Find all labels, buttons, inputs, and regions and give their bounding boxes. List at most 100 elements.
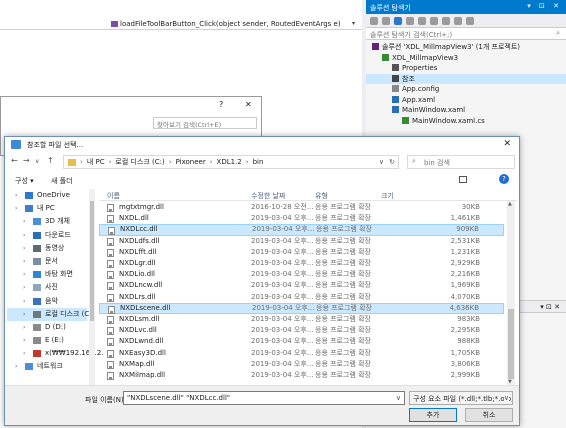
chevron-down-icon[interactable]: ∨ xyxy=(379,158,384,166)
chevron-down-icon[interactable]: ∨ xyxy=(503,394,509,402)
expand-icon[interactable]: › xyxy=(23,308,25,321)
file-list-scrollbar[interactable]: ▲ ▼ xyxy=(507,201,515,385)
recent-locations-icon[interactable]: ∨ xyxy=(35,158,39,165)
breadcrumb-item[interactable]: 내 PC xyxy=(87,157,105,167)
expand-icon[interactable]: › xyxy=(15,202,17,215)
chevron-right-icon[interactable]: › xyxy=(109,158,112,166)
solution-explorer-search[interactable]: 솔루션 탐색기 검색(Ctrl+;) ⌕ xyxy=(366,28,566,40)
chevron-right-icon[interactable]: › xyxy=(210,158,213,166)
forward-arrow-icon[interactable]: → xyxy=(23,156,30,165)
nav-item[interactable]: › E (E:) xyxy=(7,334,87,347)
nav-item[interactable]: › 로컬 디스크 (C:) xyxy=(7,307,94,321)
panel-pin-buttons[interactable]: ▾ ⊡ ✕ xyxy=(540,303,560,311)
collapse-all-icon[interactable] xyxy=(430,16,438,25)
tree-node[interactable]: MainWindow.xaml.cs xyxy=(366,116,566,127)
nav-item[interactable]: › 동영상 xyxy=(7,242,87,255)
tree-node[interactable]: 참조 xyxy=(366,73,566,84)
sync-icon[interactable] xyxy=(406,16,414,25)
tree-node[interactable]: MainWindow.xaml xyxy=(366,105,566,116)
scrollbar-thumb[interactable] xyxy=(90,201,94,321)
file-row[interactable]: NXDLgr.dll 2019-03-04 오후... 응용 프로그램 확장 2,92… xyxy=(99,258,504,269)
filetype-select[interactable]: 구성 요소 파일 (*.dll;*.tlb;*.olb; ∨ xyxy=(409,391,513,405)
chevron-right-icon[interactable]: › xyxy=(246,158,249,166)
file-row[interactable]: mgtxtmgr.dll 2016-10-28 오전... 응용 프로그램 확장 30… xyxy=(99,202,504,213)
nav-item[interactable]: › 내 PC xyxy=(7,202,87,215)
chevron-right-icon[interactable]: › xyxy=(80,158,83,166)
home-icon[interactable] xyxy=(394,16,402,25)
properties-wrench-icon[interactable] xyxy=(454,16,462,25)
view-options-button[interactable] xyxy=(457,174,477,186)
forward-icon[interactable] xyxy=(382,16,390,25)
show-all-files-icon[interactable] xyxy=(442,16,450,25)
panel-window-buttons[interactable]: ▾ ⊡ ✕ xyxy=(527,2,562,10)
file-row[interactable]: NXMilmap.dll 2019-03-04 오후... 응용 프로그램 확장 2,… xyxy=(99,370,504,381)
nav-item[interactable]: › 문서 xyxy=(7,255,87,268)
chevron-right-icon[interactable]: › xyxy=(169,158,172,166)
back-arrow-icon[interactable]: ← xyxy=(11,156,18,165)
file-row[interactable]: NXDLdfs.dll 2019-03-04 오후... 응용 프로그램 확장 2,5… xyxy=(99,236,504,247)
refresh-icon[interactable] xyxy=(418,16,426,25)
tree-node[interactable]: App.xaml xyxy=(366,95,566,106)
nav-item[interactable]: › 3D 개체 xyxy=(7,215,87,228)
tree-node[interactable]: App.config xyxy=(366,84,566,95)
organize-button[interactable]: 구성 ▾ xyxy=(15,176,34,186)
refresh-icon[interactable]: ↻ xyxy=(389,158,395,166)
search-input[interactable]: ⌕ bin 검색 xyxy=(407,155,515,169)
browse-search-input[interactable]: 찾아보기 검색(Ctrl+E) xyxy=(153,117,257,129)
breadcrumb-item[interactable]: 로컬 디스크 (C:) xyxy=(115,157,164,167)
expand-icon[interactable]: › xyxy=(23,281,25,294)
method-dropdown[interactable]: loadFileToolBarButton_Click(object sende… xyxy=(120,20,341,28)
nav-item[interactable]: › x(₩₩192.168.2. xyxy=(7,347,104,360)
tree-node[interactable]: Properties xyxy=(366,63,566,74)
file-row[interactable]: NXDLcc.dll 2019-03-04 오후... 응용 프로그램 확장 909K… xyxy=(99,224,504,236)
expand-icon[interactable]: › xyxy=(23,215,25,228)
nav-item[interactable]: › 음악 xyxy=(7,295,87,308)
chevron-down-icon[interactable]: ∨ xyxy=(396,394,401,402)
file-row[interactable]: NXDLrs.dll 2019-03-04 오후... 응용 프로그램 확장 4,07… xyxy=(99,292,504,303)
cancel-button[interactable]: 취소 xyxy=(465,408,513,422)
expand-icon[interactable]: › xyxy=(23,229,25,242)
file-row[interactable]: NXEasy3D.dll 2019-03-04 오후... 응용 프로그램 확장 1,… xyxy=(99,348,504,359)
up-arrow-icon[interactable]: ↑ xyxy=(47,156,54,165)
breadcrumb-item[interactable]: Pixoneer xyxy=(176,158,206,166)
column-name[interactable]: 이름 xyxy=(107,191,120,201)
back-icon[interactable] xyxy=(370,16,378,25)
file-row[interactable]: NXDLfft.dll 2019-03-04 오후... 응용 프로그램 확장 1,2… xyxy=(99,247,504,258)
expand-icon[interactable]: › xyxy=(23,255,25,268)
help-button[interactable]: ? xyxy=(499,174,509,184)
breadcrumb-item[interactable]: XDL1.2 xyxy=(217,158,242,166)
expand-icon[interactable]: › xyxy=(23,334,25,347)
file-row[interactable]: NXDLsm.dll 2019-03-04 오후... 응용 프로그램 확장 983K… xyxy=(99,314,504,325)
nav-item[interactable]: › 바탕 화면 xyxy=(7,268,87,281)
expand-icon[interactable]: › xyxy=(15,189,17,202)
file-row[interactable]: NXDLwnd.dll 2019-03-04 오후... 응용 프로그램 확장 988… xyxy=(99,336,504,347)
nav-item[interactable]: › 다운로드 xyxy=(7,229,87,242)
file-row[interactable]: NXDLvc.dll 2019-03-04 오후... 응용 프로그램 확장 2,29… xyxy=(99,325,504,336)
add-button[interactable]: 추가 xyxy=(409,408,457,422)
file-row[interactable]: NXMap.dll 2019-03-04 오후... 응용 프로그램 확장 3,806… xyxy=(99,359,504,370)
scrollbar-thumb[interactable] xyxy=(508,309,514,379)
expand-icon[interactable]: › xyxy=(23,295,25,308)
chevron-down-icon[interactable]: ▾ xyxy=(352,20,355,27)
breadcrumb-item[interactable]: bin xyxy=(253,158,264,166)
expand-icon[interactable]: › xyxy=(23,242,25,255)
expand-icon[interactable]: › xyxy=(23,268,25,281)
new-folder-button[interactable]: 새 폴더 xyxy=(51,176,73,186)
nav-item[interactable]: › 사진 xyxy=(7,281,87,294)
file-row[interactable]: NXDL.dll 2019-03-04 오후... 응용 프로그램 확장 1,461K… xyxy=(99,213,504,224)
file-row[interactable]: NXDLncw.dll 2019-03-04 오후... 응용 프로그램 확장 1,9… xyxy=(99,280,504,291)
expand-icon[interactable]: › xyxy=(15,360,17,373)
scroll-up-icon[interactable]: ▲ xyxy=(508,201,512,207)
file-row[interactable]: NXDLio.dll 2019-03-04 오후... 응용 프로그램 확장 2,21… xyxy=(99,269,504,280)
address-bar[interactable]: › 내 PC › 로컬 디스크 (C:) › Pixoneer › XDL1.2 › bin ∨ ↻ xyxy=(63,155,399,169)
tree-node[interactable]: 솔루션 'XDL_MillmapView3' (1개 프로젝트) xyxy=(366,42,566,53)
navigation-scrollbar[interactable] xyxy=(89,189,95,385)
preview-icon[interactable] xyxy=(466,16,474,25)
expand-icon[interactable]: › xyxy=(23,347,25,360)
column-date[interactable]: 수정한 날짜 xyxy=(251,191,285,201)
nav-item[interactable]: › D (D:) xyxy=(7,321,87,334)
close-button[interactable]: ✕ xyxy=(245,100,252,109)
help-button[interactable]: ? xyxy=(219,100,223,109)
nav-item[interactable]: › 네트워크 xyxy=(7,360,87,373)
tree-node[interactable]: XDL_MillmapView3 xyxy=(366,53,566,64)
